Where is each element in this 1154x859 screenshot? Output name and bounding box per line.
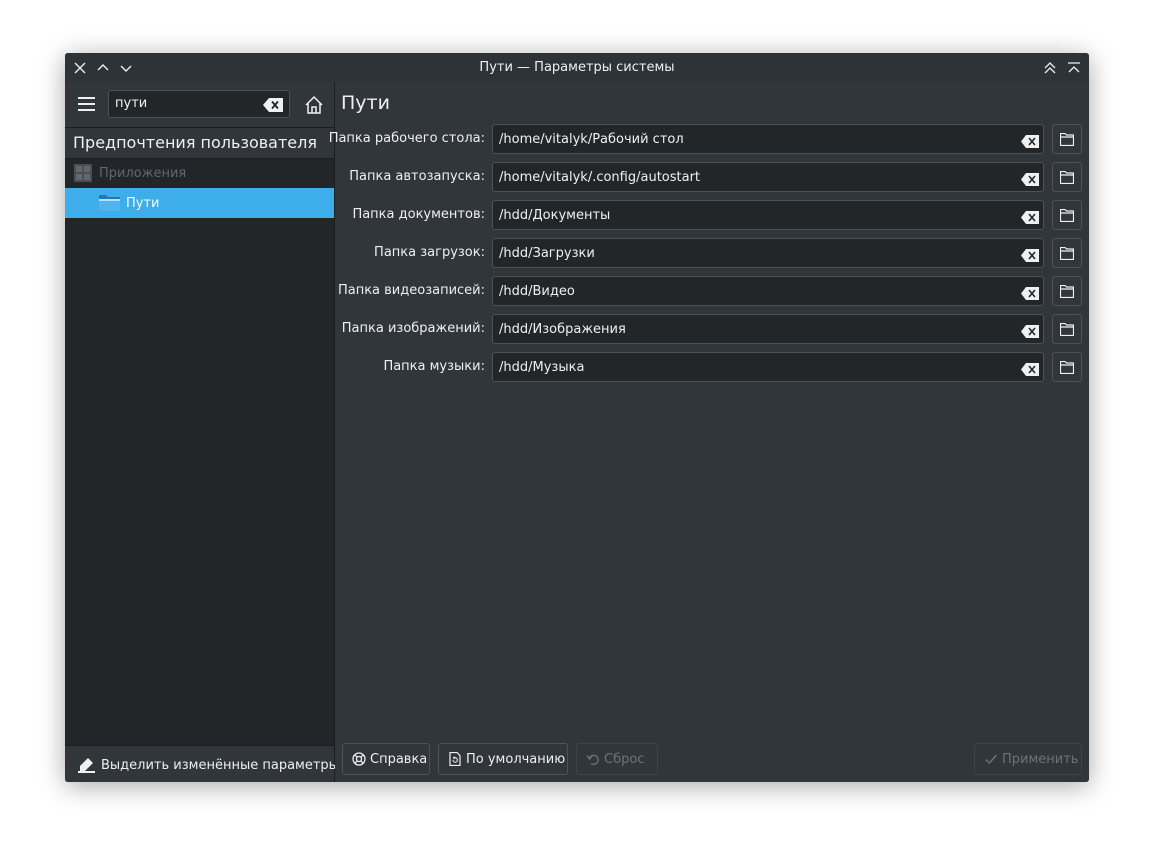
hamburger-menu-icon[interactable]	[78, 97, 95, 111]
desktop-path-input[interactable]	[499, 132, 999, 147]
browse-folder-button[interactable]	[1052, 238, 1082, 268]
path-field[interactable]	[492, 162, 1044, 192]
browse-folder-button[interactable]	[1052, 314, 1082, 344]
clear-text-icon[interactable]	[1021, 323, 1039, 338]
title-bar: Пути — Параметры системы	[65, 53, 1089, 82]
undo-icon	[586, 752, 600, 766]
document-revert-icon	[448, 751, 462, 767]
clear-text-icon[interactable]	[1021, 285, 1039, 300]
folder-icon	[1060, 133, 1074, 146]
search-input[interactable]	[115, 96, 255, 111]
clear-text-icon[interactable]	[1021, 171, 1039, 186]
folder-icon	[1060, 171, 1074, 184]
folder-icon	[1060, 247, 1074, 260]
sidebar-toolbar	[65, 82, 334, 128]
field-row-downloads: Папка загрузок:	[335, 238, 1089, 268]
search-field[interactable]	[108, 90, 290, 118]
folder-icon	[1060, 209, 1074, 222]
path-field[interactable]	[492, 200, 1044, 230]
help-button[interactable]: Справка	[342, 743, 430, 775]
applications-icon	[74, 164, 92, 182]
highlight-changed-label: Выделить изменённые параметры	[101, 758, 339, 773]
checkmark-icon	[984, 752, 998, 766]
field-row-music: Папка музыки:	[335, 352, 1089, 382]
field-row-autostart: Папка автозапуска:	[335, 162, 1089, 192]
path-field[interactable]	[492, 238, 1044, 268]
downloads-path-input[interactable]	[499, 246, 999, 261]
defaults-label: По умолчанию	[466, 752, 566, 767]
keep-above-icon[interactable]	[1042, 60, 1058, 76]
sidebar-item-label: Пути	[126, 196, 160, 211]
path-field[interactable]	[492, 124, 1044, 154]
settings-window: Пути — Параметры системы Предпочтени	[65, 53, 1089, 782]
section-header: Предпочтения пользователя	[65, 128, 334, 159]
browse-folder-button[interactable]	[1052, 276, 1082, 306]
sidebar: Предпочтения пользователя Приложения Пут…	[65, 82, 339, 782]
field-label: Папка загрузок:	[374, 245, 485, 260]
field-label: Папка музыки:	[383, 359, 485, 374]
help-lifebuoy-icon	[352, 752, 366, 766]
apply-label: Применить	[1002, 752, 1079, 767]
field-label: Папка документов:	[352, 207, 485, 222]
clear-text-icon[interactable]	[263, 97, 283, 112]
apply-button[interactable]: Применить	[974, 743, 1082, 775]
field-label: Папка автозапуска:	[349, 169, 485, 184]
main-panel: Пути Папка рабочего стола: Папка автозап…	[329, 82, 1089, 782]
documents-path-input[interactable]	[499, 208, 999, 223]
highlight-changed-button[interactable]: Выделить изменённые параметры	[65, 745, 339, 782]
field-row-desktop: Папка рабочего стола:	[329, 124, 1089, 154]
sidebar-item-applications: Приложения	[65, 158, 334, 188]
field-label: Папка видеозаписей:	[337, 283, 485, 298]
browse-folder-button[interactable]	[1052, 124, 1082, 154]
shade-icon[interactable]	[1066, 60, 1082, 76]
browse-folder-button[interactable]	[1052, 352, 1082, 382]
folder-icon	[99, 194, 120, 211]
clear-text-icon[interactable]	[1021, 133, 1039, 148]
sidebar-item-paths[interactable]: Пути	[65, 188, 334, 218]
folder-icon	[1060, 285, 1074, 298]
folder-icon	[1060, 323, 1074, 336]
path-field[interactable]	[492, 352, 1044, 382]
videos-path-input[interactable]	[499, 284, 999, 299]
clear-text-icon[interactable]	[1021, 247, 1039, 262]
highlighter-icon	[78, 756, 95, 773]
clear-text-icon[interactable]	[1021, 209, 1039, 224]
field-row-pictures: Папка изображений:	[335, 314, 1089, 344]
page-title: Пути	[341, 92, 390, 114]
clear-text-icon[interactable]	[1021, 361, 1039, 376]
browse-folder-button[interactable]	[1052, 200, 1082, 230]
reset-label: Сброс	[604, 752, 645, 767]
autostart-path-input[interactable]	[499, 170, 999, 185]
path-field[interactable]	[492, 314, 1044, 344]
sidebar-item-label: Приложения	[99, 166, 187, 181]
reset-button[interactable]: Сброс	[576, 743, 658, 775]
pictures-path-input[interactable]	[499, 322, 999, 337]
path-field[interactable]	[492, 276, 1044, 306]
window-title: Пути — Параметры системы	[479, 60, 675, 75]
field-row-videos: Папка видеозаписей:	[335, 276, 1089, 306]
field-label: Папка изображений:	[341, 321, 485, 336]
browse-folder-button[interactable]	[1052, 162, 1082, 192]
defaults-button[interactable]: По умолчанию	[438, 743, 568, 775]
section-title: Предпочтения пользователя	[73, 133, 317, 152]
home-icon[interactable]	[304, 95, 324, 115]
music-path-input[interactable]	[499, 360, 999, 375]
field-label: Папка рабочего стола:	[328, 131, 485, 146]
field-row-documents: Папка документов:	[335, 200, 1089, 230]
folder-icon	[1060, 361, 1074, 374]
help-label: Справка	[370, 752, 428, 767]
